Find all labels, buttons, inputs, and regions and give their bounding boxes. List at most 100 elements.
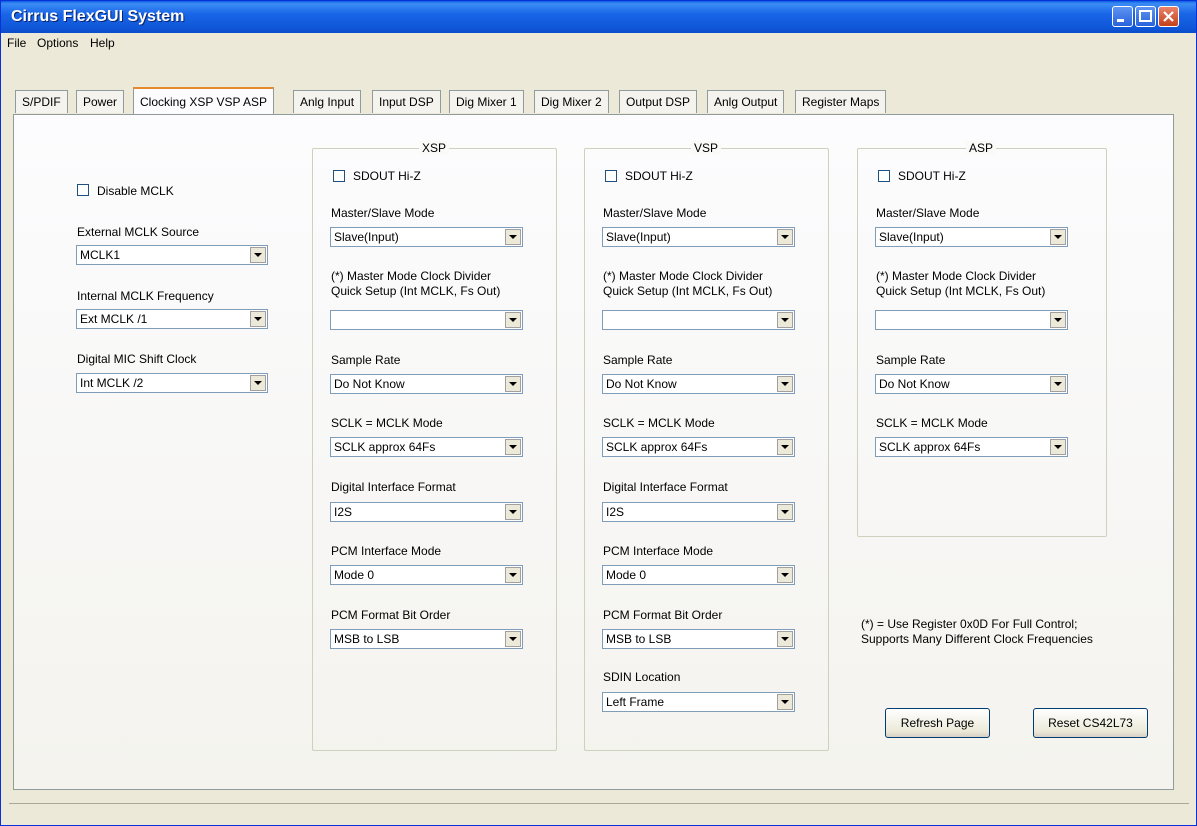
vsp-pcm-mode-label: PCM Interface Mode <box>603 544 714 558</box>
tab-dig-mixer-2[interactable]: Dig Mixer 2 <box>534 90 609 113</box>
xsp-ms-select[interactable]: Slave(Input) <box>330 227 523 247</box>
tab-output-dsp[interactable]: Output DSP <box>619 90 698 113</box>
xsp-clkdiv-select[interactable] <box>330 310 523 330</box>
dropdown-arrow-icon <box>777 631 793 647</box>
dropdown-arrow-icon <box>1050 376 1066 392</box>
xsp-sr-label: Sample Rate <box>331 353 401 367</box>
dropdown-arrow-icon <box>777 504 793 520</box>
vsp-clkdiv-label-1: (*) Master Mode Clock Divider <box>603 269 764 283</box>
xsp-ms-label: Master/Slave Mode <box>331 206 435 220</box>
vsp-pcm-mode-select[interactable]: Mode 0 <box>602 565 795 585</box>
maximize-icon <box>1139 10 1152 22</box>
minimize-button[interactable] <box>1112 6 1133 27</box>
vsp-ms-label: Master/Slave Mode <box>603 206 707 220</box>
vsp-title: VSP <box>691 141 722 155</box>
menu-options[interactable]: Options <box>37 36 78 50</box>
vsp-sdout-hiz-label: SDOUT Hi-Z <box>625 169 693 183</box>
maximize-button[interactable] <box>1135 6 1156 27</box>
tab-dig-mixer-1[interactable]: Dig Mixer 1 <box>449 90 524 113</box>
asp-clkdiv-label-1: (*) Master Mode Clock Divider <box>876 269 1037 283</box>
app-window: Cirrus FlexGUI System File Options Help … <box>0 0 1197 826</box>
asp-sdout-hiz-checkbox[interactable] <box>878 170 890 182</box>
dropdown-arrow-icon <box>505 504 521 520</box>
asp-sclk-label: SCLK = MCLK Mode <box>876 416 988 430</box>
vsp-clkdiv-select[interactable] <box>602 310 795 330</box>
asp-ms-label: Master/Slave Mode <box>876 206 980 220</box>
int-mclk-select[interactable]: Ext MCLK /1 <box>76 309 268 329</box>
dropdown-arrow-icon <box>777 567 793 583</box>
status-bar <box>9 803 1189 805</box>
xsp-clkdiv-label-1: (*) Master Mode Clock Divider <box>331 269 492 283</box>
dropdown-arrow-icon <box>505 229 521 245</box>
disable-mclk-checkbox[interactable] <box>77 184 89 196</box>
vsp-sdout-hiz-checkbox[interactable] <box>605 170 617 182</box>
tab-panel: Disable MCLK External MCLK Source MCLK1 … <box>13 114 1174 790</box>
asp-ms-select[interactable]: Slave(Input) <box>875 227 1068 247</box>
xsp-clkdiv-label-2: Quick Setup (Int MCLK, Fs Out) <box>331 284 501 298</box>
vsp-clkdiv-label-2: Quick Setup (Int MCLK, Fs Out) <box>603 284 773 298</box>
asp-group: ASP SDOUT Hi-Z Master/Slave Mode Slave(I… <box>857 141 1107 537</box>
vsp-sclk-select[interactable]: SCLK approx 64Fs <box>602 437 795 457</box>
dropdown-arrow-icon <box>505 376 521 392</box>
tab-register-maps[interactable]: Register Maps <box>795 90 887 113</box>
ext-mclk-label: External MCLK Source <box>77 225 200 239</box>
asp-clkdiv-label-2: Quick Setup (Int MCLK, Fs Out) <box>876 284 1046 298</box>
dropdown-arrow-icon <box>777 694 793 710</box>
menu-file[interactable]: File <box>7 36 26 50</box>
int-mclk-label: Internal MCLK Frequency <box>77 289 214 303</box>
xsp-sclk-select[interactable]: SCLK approx 64Fs <box>330 437 523 457</box>
tab-anlg-input[interactable]: Anlg Input <box>293 90 362 113</box>
menu-help[interactable]: Help <box>90 36 115 50</box>
xsp-dif-select[interactable]: I2S <box>330 502 523 522</box>
close-icon <box>1163 11 1174 22</box>
asp-clkdiv-select[interactable] <box>875 310 1068 330</box>
vsp-sclk-label: SCLK = MCLK Mode <box>603 416 715 430</box>
dropdown-arrow-icon <box>777 312 793 328</box>
dropdown-arrow-icon <box>505 439 521 455</box>
xsp-sr-select[interactable]: Do Not Know <box>330 374 523 394</box>
dropdown-arrow-icon <box>250 311 266 327</box>
title-bar: Cirrus FlexGUI System <box>1 1 1196 33</box>
refresh-page-button[interactable]: Refresh Page <box>885 708 990 738</box>
dmic-shift-label: Digital MIC Shift Clock <box>77 352 197 366</box>
xsp-dif-label: Digital Interface Format <box>331 480 456 494</box>
tab-anlg-output[interactable]: Anlg Output <box>707 90 785 113</box>
dropdown-arrow-icon <box>777 439 793 455</box>
note-line-2: Supports Many Different Clock Frequencie… <box>861 632 1093 646</box>
vsp-sr-label: Sample Rate <box>603 353 673 367</box>
xsp-sclk-label: SCLK = MCLK Mode <box>331 416 443 430</box>
vsp-pcm-order-select[interactable]: MSB to LSB <box>602 629 795 649</box>
vsp-sdin-label: SDIN Location <box>603 670 681 684</box>
dropdown-arrow-icon <box>505 312 521 328</box>
close-button[interactable] <box>1158 6 1179 27</box>
reset-button[interactable]: Reset CS42L73 <box>1033 708 1148 738</box>
menu-bar: File Options Help <box>1 33 1196 53</box>
vsp-ms-select[interactable]: Slave(Input) <box>602 227 795 247</box>
asp-title: ASP <box>966 141 997 155</box>
dropdown-arrow-icon <box>505 567 521 583</box>
minimize-icon <box>1117 19 1124 22</box>
xsp-title: XSP <box>419 141 450 155</box>
dropdown-arrow-icon <box>250 247 266 263</box>
dropdown-arrow-icon <box>1050 439 1066 455</box>
tab-clocking[interactable]: Clocking XSP VSP ASP <box>133 87 274 114</box>
tab-power[interactable]: Power <box>76 90 125 113</box>
xsp-pcm-order-label: PCM Format Bit Order <box>331 608 451 622</box>
vsp-sr-select[interactable]: Do Not Know <box>602 374 795 394</box>
dropdown-arrow-icon <box>250 375 266 391</box>
ext-mclk-select[interactable]: MCLK1 <box>76 245 268 265</box>
tab-spdif[interactable]: S/PDIF <box>15 90 68 113</box>
xsp-pcm-mode-select[interactable]: Mode 0 <box>330 565 523 585</box>
dropdown-arrow-icon <box>1050 312 1066 328</box>
dropdown-arrow-icon <box>505 631 521 647</box>
asp-sr-label: Sample Rate <box>876 353 946 367</box>
tab-input-dsp[interactable]: Input DSP <box>372 90 441 113</box>
vsp-sdin-select[interactable]: Left Frame <box>602 692 795 712</box>
dmic-shift-select[interactable]: Int MCLK /2 <box>76 373 268 393</box>
asp-sclk-select[interactable]: SCLK approx 64Fs <box>875 437 1068 457</box>
xsp-pcm-order-select[interactable]: MSB to LSB <box>330 629 523 649</box>
xsp-sdout-hiz-checkbox[interactable] <box>333 170 345 182</box>
vsp-dif-select[interactable]: I2S <box>602 502 795 522</box>
xsp-sdout-hiz-label: SDOUT Hi-Z <box>353 169 421 183</box>
asp-sr-select[interactable]: Do Not Know <box>875 374 1068 394</box>
